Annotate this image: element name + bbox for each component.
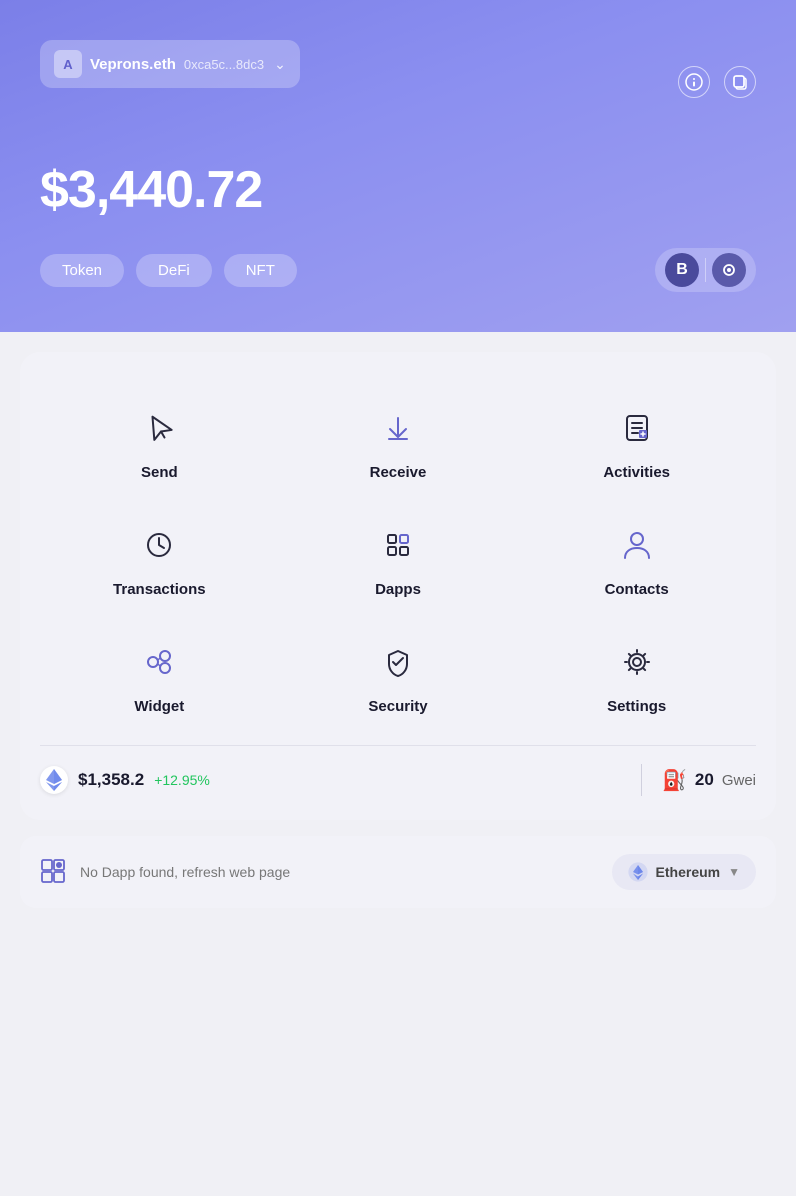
chevron-down-icon: ⌄ xyxy=(274,56,286,73)
eth-price: $1,358.2 +12.95% xyxy=(40,766,621,794)
activities-label: Activities xyxy=(603,464,670,481)
eth-network-icon xyxy=(628,862,648,882)
dapp-left: No Dapp found, refresh web page xyxy=(40,858,290,886)
security-icon xyxy=(374,638,422,686)
receive-label: Receive xyxy=(370,464,427,481)
main-card: Send Receive xyxy=(20,352,776,820)
tab-row: Token DeFi NFT B xyxy=(40,248,756,292)
receive-button[interactable]: Receive xyxy=(279,384,518,501)
tab-nft[interactable]: NFT xyxy=(224,254,297,287)
settings-button[interactable]: Settings xyxy=(517,618,756,735)
contacts-button[interactable]: Contacts xyxy=(517,501,756,618)
transactions-button[interactable]: Transactions xyxy=(40,501,279,618)
dapps-icon xyxy=(374,521,422,569)
widget-label: Widget xyxy=(134,698,184,715)
exchange-icon-b[interactable]: B xyxy=(665,253,699,287)
dapps-button[interactable]: Dapps xyxy=(279,501,518,618)
eth-price-change: +12.95% xyxy=(154,772,210,788)
send-button[interactable]: Send xyxy=(40,384,279,501)
security-label: Security xyxy=(368,698,427,715)
send-icon xyxy=(135,404,183,452)
activities-button[interactable]: Activities xyxy=(517,384,756,501)
card-bottom-divider xyxy=(641,764,642,796)
settings-icon xyxy=(613,638,661,686)
gas-pump-icon: ⛽ xyxy=(662,768,687,793)
network-selector[interactable]: Ethereum ▼ xyxy=(612,854,756,890)
card-bottom: $1,358.2 +12.95% ⛽ 20 Gwei xyxy=(40,745,756,796)
exchange-icons: B xyxy=(655,248,756,292)
dapp-bar: No Dapp found, refresh web page Ethereum… xyxy=(20,836,776,908)
info-button[interactable] xyxy=(678,66,710,98)
address-bar[interactable]: A Veprons.eth 0xca5c...8dc3 ⌄ xyxy=(40,40,300,88)
transactions-label: Transactions xyxy=(113,581,206,598)
transactions-icon xyxy=(135,521,183,569)
dapps-small-icon xyxy=(40,858,68,886)
gas-unit: Gwei xyxy=(722,772,756,789)
widget-button[interactable]: Widget xyxy=(40,618,279,735)
wallet-name: Veprons.eth xyxy=(90,56,176,73)
exchange-divider xyxy=(705,258,706,282)
network-chevron-icon: ▼ xyxy=(728,865,740,879)
security-button[interactable]: Security xyxy=(279,618,518,735)
header: A Veprons.eth 0xca5c...8dc3 ⌄ xyxy=(0,0,796,332)
gas-info: ⛽ 20 Gwei xyxy=(662,768,756,793)
copy-button[interactable] xyxy=(724,66,756,98)
eth-price-value: $1,358.2 xyxy=(78,770,144,790)
action-grid: Send Receive xyxy=(40,384,756,735)
tab-token[interactable]: Token xyxy=(40,254,124,287)
receive-icon xyxy=(374,404,422,452)
balance-amount: $3,440.72 xyxy=(40,160,756,220)
activities-icon xyxy=(613,404,661,452)
dapp-message: No Dapp found, refresh web page xyxy=(80,864,290,880)
contacts-label: Contacts xyxy=(605,581,669,598)
gas-value: 20 xyxy=(695,770,714,790)
contacts-icon xyxy=(613,521,661,569)
avatar: A xyxy=(54,50,82,78)
widget-icon xyxy=(135,638,183,686)
exchange-icon-2[interactable] xyxy=(712,253,746,287)
dapps-label: Dapps xyxy=(375,581,421,598)
eth-logo xyxy=(40,766,68,794)
settings-label: Settings xyxy=(607,698,666,715)
wallet-address: 0xca5c...8dc3 xyxy=(184,57,264,72)
tab-defi[interactable]: DeFi xyxy=(136,254,212,287)
send-label: Send xyxy=(141,464,178,481)
network-name: Ethereum xyxy=(656,864,721,880)
